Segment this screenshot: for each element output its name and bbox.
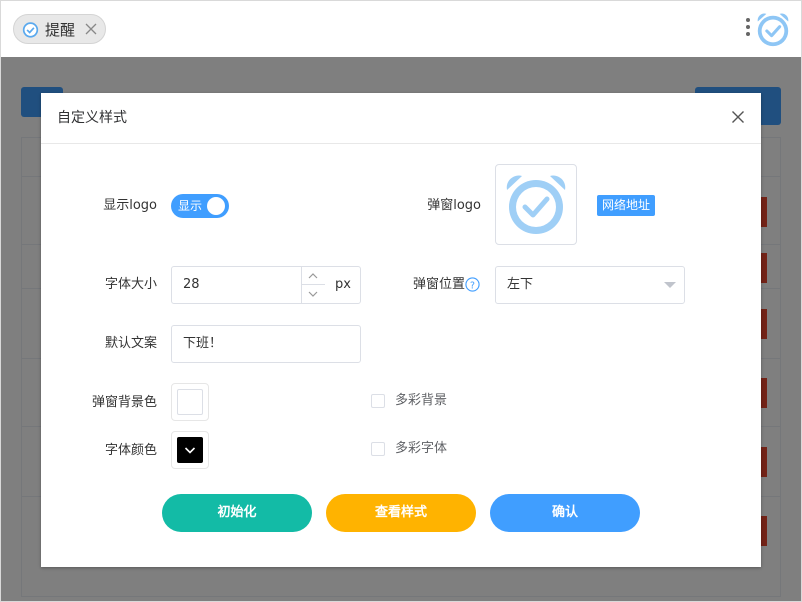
default-text-input[interactable]: 下班！ <box>171 325 361 363</box>
confirm-button[interactable]: 确认 <box>490 494 640 532</box>
font-size-value[interactable]: 28 <box>183 277 200 293</box>
default-text-label: 默认文案 <box>104 336 157 351</box>
alarm-clock-icon[interactable] <box>754 11 792 49</box>
chevron-down-icon <box>184 447 196 454</box>
more-vertical-icon[interactable] <box>746 18 750 40</box>
popup-position-select[interactable]: 左下 <box>495 266 685 304</box>
close-icon[interactable] <box>731 110 745 124</box>
alarm-clock-icon <box>506 175 566 234</box>
network-url-button[interactable]: 网络地址 <box>597 195 656 216</box>
color-swatch <box>177 389 203 415</box>
font-size-label: 字体大小 <box>104 277 157 292</box>
colorful-font-label: 多彩字体 <box>395 441 448 456</box>
popup-bg-color-picker[interactable] <box>171 383 209 421</box>
increase-button[interactable] <box>301 267 325 285</box>
font-size-unit: px <box>335 277 351 292</box>
font-size-stepper[interactable]: 28 px <box>171 266 361 304</box>
question-icon[interactable]: ? <box>465 277 480 292</box>
alarm-clock-icon <box>22 22 39 38</box>
switch-text: 显示 <box>178 199 203 213</box>
default-text-value[interactable]: 下班！ <box>183 336 222 352</box>
close-icon[interactable] <box>84 22 98 36</box>
popup-position-value: 左下 <box>507 277 534 292</box>
top-bar: 提醒 <box>1 1 801 57</box>
decrease-button[interactable] <box>301 285 325 303</box>
colorful-bg-checkbox[interactable]: 多彩背景 <box>371 393 491 411</box>
tab-label: 提醒 <box>45 21 76 39</box>
custom-style-dialog: 自定义样式 显示logo 显示 弹窗logo 网络地址 字体大小 28 px 弹… <box>41 93 761 567</box>
chevron-down-icon <box>308 291 318 297</box>
colorful-bg-label: 多彩背景 <box>395 393 448 408</box>
colorful-font-checkbox[interactable]: 多彩字体 <box>371 441 491 459</box>
color-swatch <box>177 437 203 463</box>
font-color-label: 字体颜色 <box>104 443 157 458</box>
preview-style-button[interactable]: 查看样式 <box>326 494 476 532</box>
show-logo-label: 显示logo <box>103 198 157 213</box>
popup-position-label: 弹窗位置 <box>412 277 465 292</box>
popup-logo-label: 弹窗logo <box>427 198 481 213</box>
popup-bg-color-label: 弹窗背景色 <box>91 395 157 410</box>
dialog-divider <box>41 143 761 144</box>
app-window: 提醒 自定义样式 显示logo 显示 弹窗logo 网络地址 字体大小 28 p… <box>0 0 802 602</box>
switch-knob <box>207 197 225 215</box>
chevron-up-icon <box>308 273 318 279</box>
svg-text:?: ? <box>470 280 475 291</box>
tab-reminder[interactable]: 提醒 <box>13 14 106 44</box>
checkbox-box[interactable] <box>371 442 385 456</box>
dialog-title: 自定义样式 <box>57 110 127 126</box>
init-button[interactable]: 初始化 <box>162 494 312 532</box>
popup-logo-upload[interactable] <box>495 164 577 245</box>
show-logo-switch[interactable]: 显示 <box>171 194 229 218</box>
checkbox-box[interactable] <box>371 394 385 408</box>
caret-down-icon <box>664 282 676 288</box>
font-color-picker[interactable] <box>171 431 209 469</box>
